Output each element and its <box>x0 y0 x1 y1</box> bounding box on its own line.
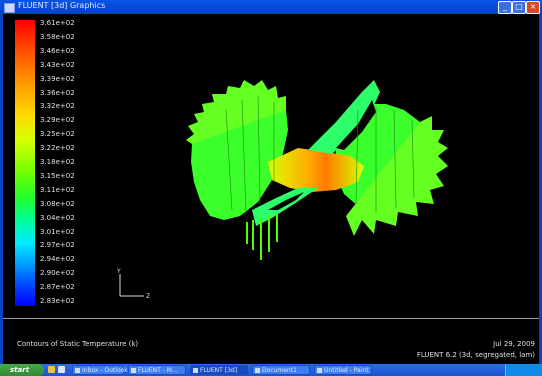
colorbar-tick-label: 2.94e+02 <box>40 255 75 264</box>
colorbar-tick-label: 3.46e+02 <box>40 46 75 55</box>
colorbar-tick-label: 3.01e+02 <box>40 227 75 236</box>
task-button-1[interactable]: Inbox - Outlook <box>72 365 128 375</box>
task-icon <box>193 368 198 373</box>
colorbar-tick-label: 3.15e+02 <box>40 171 75 180</box>
solver-version: FLUENT 6.2 (3d, segregated, lam) <box>416 351 535 359</box>
temperature-contour-plot[interactable] <box>186 70 456 270</box>
z-axis-label: Z <box>146 293 150 300</box>
colorbar-tick-label: 3.25e+02 <box>40 130 75 139</box>
colorbar-tick-label: 3.32e+02 <box>40 102 75 111</box>
task-button-5[interactable]: Untitled - Paint <box>314 365 372 375</box>
plot-date: Jul 29, 2009 <box>493 340 535 348</box>
minimize-button[interactable]: _ <box>498 1 512 14</box>
colorbar-tick-label: 3.11e+02 <box>40 185 75 194</box>
app-icon <box>4 3 15 13</box>
temperature-colorbar <box>15 20 35 306</box>
quicklaunch-ie-icon[interactable] <box>48 366 55 373</box>
task-icon <box>255 368 260 373</box>
fluent-graphics-window: FLUENT [3d] Graphics _ □ × 3.61e+02 3.58e… <box>0 0 542 376</box>
colorbar-tick-label: 2.97e+02 <box>40 241 75 250</box>
y-axis-label: Y <box>116 268 121 275</box>
colorbar-tick-label: 3.18e+02 <box>40 158 75 166</box>
colorbar-tick-label: 2.83e+02 <box>40 297 75 305</box>
task-icon <box>131 368 136 373</box>
title-bar[interactable]: FLUENT [3d] Graphics _ □ × <box>0 0 542 14</box>
task-button-3[interactable]: FLUENT [3d] <box>190 365 248 375</box>
info-bar: Contours of Static Temperature (k) Jul 2… <box>3 318 539 365</box>
colorbar-tick-label: 3.39e+02 <box>40 74 75 83</box>
axes-triad: Y Z <box>116 268 150 300</box>
colorbar-tick-label: 2.87e+02 <box>40 283 75 292</box>
quicklaunch-desktop-icon[interactable] <box>58 366 65 373</box>
colorbar-tick-label: 3.22e+02 <box>40 144 75 153</box>
plot-caption: Contours of Static Temperature (k) <box>17 340 139 348</box>
task-icon <box>317 368 322 373</box>
lower-streaks <box>246 214 278 260</box>
colorbar-tick-label: 3.58e+02 <box>40 32 75 41</box>
colorbar-tick-label: 3.61e+02 <box>40 19 75 27</box>
system-tray[interactable] <box>505 364 542 376</box>
close-button[interactable]: × <box>526 1 540 14</box>
task-button-4[interactable]: Document1 <box>252 365 310 375</box>
colorbar-tick-label: 3.08e+02 <box>40 199 75 208</box>
window-title: FLUENT [3d] Graphics <box>18 1 106 10</box>
colorbar-tick-label: 3.29e+02 <box>40 116 75 125</box>
colorbar-tick-label: 2.90e+02 <box>40 269 75 278</box>
task-button-2[interactable]: FLUENT - M... <box>128 365 186 375</box>
start-button[interactable]: start <box>0 364 44 376</box>
taskbar: start Inbox - Outlook FLUENT - M... FLUE… <box>0 364 542 376</box>
colorbar-tick-label: 3.36e+02 <box>40 88 75 97</box>
maximize-button[interactable]: □ <box>512 1 526 14</box>
colorbar-tick-label: 3.43e+02 <box>40 60 75 69</box>
colorbar-tick-label: 3.04e+02 <box>40 213 75 222</box>
task-icon <box>75 368 80 373</box>
